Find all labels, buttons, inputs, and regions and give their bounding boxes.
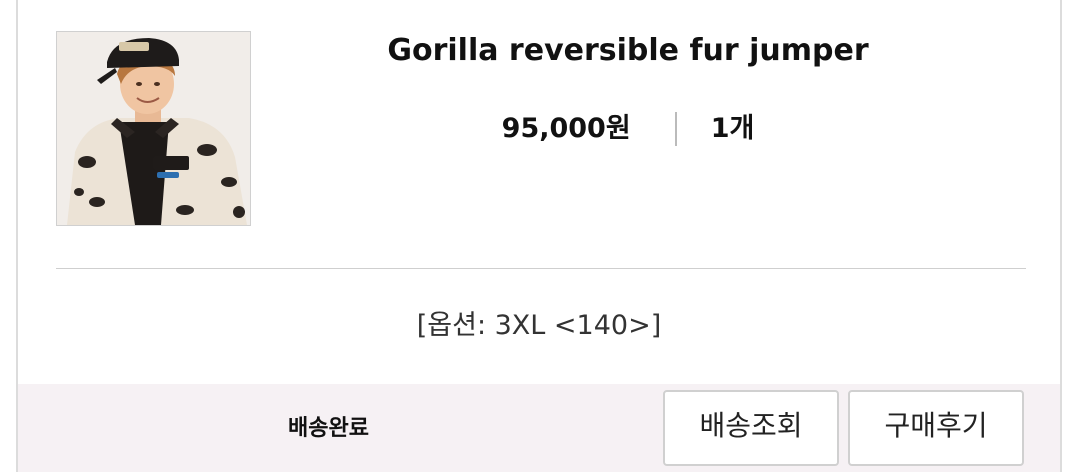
price-separator — [674, 112, 677, 146]
price-quantity-row: 95,000원 1개 — [268, 110, 988, 148]
product-quantity: 1개 — [710, 113, 755, 144]
product-name[interactable]: Gorilla reversible fur jumper — [268, 30, 988, 72]
write-review-button[interactable]: 구매후기 — [848, 390, 1024, 466]
section-divider — [56, 268, 1026, 269]
product-price: 95,000원 — [501, 113, 631, 144]
product-option: [옵션: 3XL <140>] — [416, 310, 662, 341]
product-thumbnail[interactable] — [56, 31, 251, 226]
order-item-card: Gorilla reversible fur jumper 95,000원 1개… — [16, 0, 1062, 472]
delivery-status: 배송완료 — [288, 416, 369, 441]
track-delivery-button[interactable]: 배송조회 — [663, 390, 839, 466]
product-photo-kid-jumper — [57, 32, 250, 225]
order-footer: 배송완료 배송조회 구매후기 — [18, 384, 1060, 472]
